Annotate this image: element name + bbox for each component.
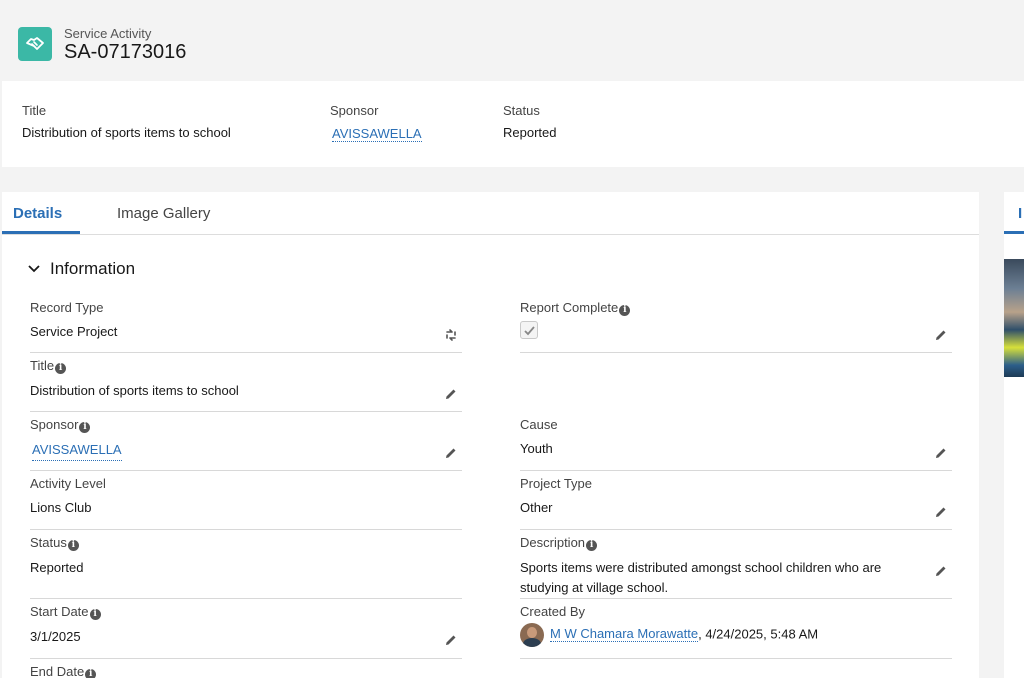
field-record-type: Record Type Service Project <box>30 300 462 353</box>
sponsor-link[interactable]: AVISSAWELLA <box>32 440 122 461</box>
created-by-user-link[interactable]: M W Chamara Morawatte <box>550 626 699 643</box>
highlight-status: Status Reported <box>503 103 556 140</box>
field-value: Reported <box>30 560 84 575</box>
info-icon[interactable]: i <box>79 422 91 433</box>
active-tab-indicator <box>2 231 80 234</box>
tab-details[interactable]: Details <box>13 205 62 222</box>
field-title: Title i Distribution of sports items to s… <box>30 358 462 412</box>
checkmark-icon <box>524 326 535 336</box>
field-value: Sports items were distributed amongst sc… <box>520 560 882 595</box>
info-icon[interactable]: i <box>89 609 101 620</box>
edit-pencil-icon[interactable] <box>444 387 458 401</box>
section-title: Information <box>50 259 136 278</box>
field-created-by: Created By M W Chamara Morawatte, 4/24/2… <box>520 604 952 659</box>
field-label: Status <box>30 535 67 550</box>
record-header: Service Activity SA-07173016 <box>0 0 1024 80</box>
report-complete-checkbox[interactable] <box>520 321 538 339</box>
side-panel: I <box>1004 192 1024 678</box>
info-icon[interactable]: i <box>67 540 79 551</box>
created-by-timestamp: , 4/24/2025, 5:48 AM <box>698 626 819 642</box>
highlight-sponsor-link[interactable]: AVISSAWELLA <box>332 126 422 142</box>
highlight-status-label: Status <box>503 103 540 118</box>
field-activity-level: Activity Level Lions Club <box>30 476 462 530</box>
field-cause: Cause Youth <box>520 417 952 471</box>
side-panel-tab[interactable]: I <box>1018 205 1022 222</box>
field-value: Other <box>520 500 553 515</box>
field-value: Youth <box>520 441 553 456</box>
highlight-sponsor-label: Sponsor <box>330 103 379 118</box>
field-label: Cause <box>520 417 558 432</box>
field-label: Activity Level <box>30 476 106 491</box>
highlight-sponsor: Sponsor AVISSAWELLA <box>330 103 422 143</box>
field-start-date: Start Date i 3/1/2025 <box>30 604 462 659</box>
field-label: Title <box>30 358 55 373</box>
edit-pencil-icon[interactable] <box>934 564 948 578</box>
gallery-thumbnail-image[interactable] <box>1004 259 1024 377</box>
field-label: Description <box>520 535 586 550</box>
field-value: 3/1/2025 <box>30 629 81 644</box>
active-tab-indicator <box>1004 231 1024 234</box>
field-report-complete: Report Complete i <box>520 300 952 353</box>
highlights-panel: Title Distribution of sports items to sc… <box>2 81 1024 167</box>
field-label: Start Date <box>30 604 89 619</box>
edit-pencil-icon[interactable] <box>444 633 458 647</box>
field-description: Description i Sports items were distribut… <box>520 535 952 599</box>
tab-bar: Details Image Gallery <box>2 192 979 235</box>
field-value: Lions Club <box>30 500 92 515</box>
info-icon[interactable]: i <box>85 669 97 678</box>
highlight-title-value: Distribution of sports items to school <box>22 125 231 140</box>
field-value: Service Project <box>30 324 118 339</box>
info-icon[interactable]: i <box>586 540 598 551</box>
highlight-status-value: Reported <box>503 125 557 140</box>
section-information-toggle[interactable]: Information <box>28 259 135 279</box>
info-icon[interactable]: i <box>619 305 631 316</box>
tab-image-gallery[interactable]: Image Gallery <box>117 205 210 222</box>
field-label: Sponsor <box>30 417 79 432</box>
edit-pencil-icon[interactable] <box>934 328 948 342</box>
edit-pencil-icon[interactable] <box>934 446 948 460</box>
edit-pencil-icon[interactable] <box>934 505 948 519</box>
chevron-down-icon <box>28 262 42 276</box>
avatar[interactable] <box>520 623 544 647</box>
field-end-date: End Date i <box>30 664 462 678</box>
field-label: Project Type <box>520 476 593 491</box>
highlight-title-label: Title <box>22 103 47 118</box>
highlight-title: Title Distribution of sports items to sc… <box>22 103 231 140</box>
handshake-icon <box>18 27 52 61</box>
info-icon[interactable]: i <box>55 363 67 374</box>
field-status: Status i Reported <box>30 535 462 599</box>
record-object-type: Service Activity <box>64 26 152 41</box>
field-project-type: Project Type Other <box>520 476 952 530</box>
field-label: Report Complete <box>520 300 619 315</box>
field-sponsor: Sponsor i AVISSAWELLA <box>30 417 462 471</box>
field-label: Created By <box>520 604 586 619</box>
field-label: End Date <box>30 664 85 678</box>
details-card: Details Image Gallery Information Record… <box>2 192 979 678</box>
edit-pencil-icon[interactable] <box>444 446 458 460</box>
field-value: Distribution of sports items to school <box>30 383 239 398</box>
field-label: Record Type <box>30 300 104 315</box>
change-record-type-icon[interactable] <box>444 328 458 342</box>
record-name: SA-07173016 <box>64 41 187 63</box>
